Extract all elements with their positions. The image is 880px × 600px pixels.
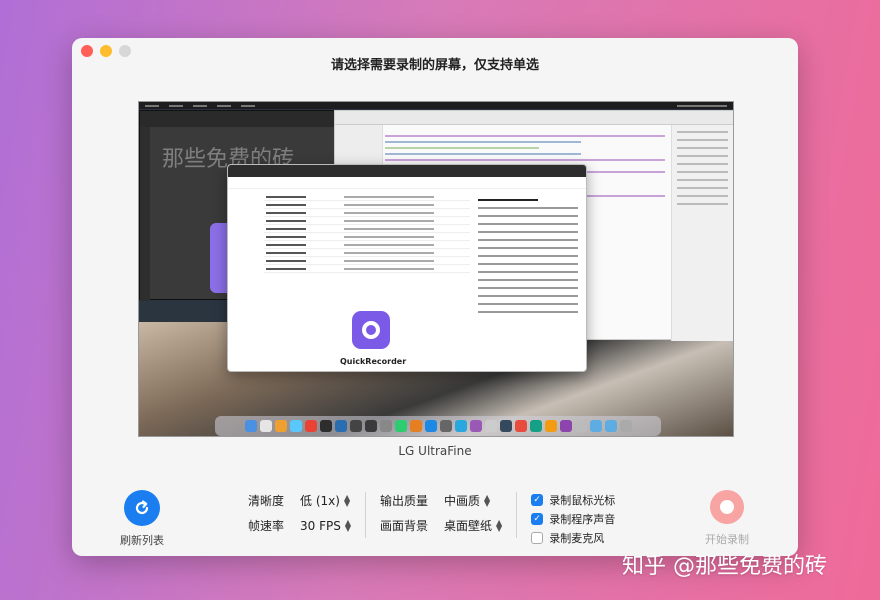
- empty-checkbox-icon: [531, 532, 544, 544]
- display-name: LG UltraFine: [398, 444, 472, 458]
- app-logo-icon: [352, 311, 390, 349]
- background-select[interactable]: 桌面壁纸 ▲ ▼: [444, 517, 502, 534]
- chevron-updown-icon: ▲ ▼: [343, 492, 351, 508]
- refresh-icon: [135, 500, 149, 515]
- record-mic-label: 录制麦克风: [549, 532, 605, 545]
- window-title: 请选择需要录制的屏幕，仅支持单选: [330, 58, 539, 73]
- resolution-select[interactable]: 低 (1x) ▲ ▼: [300, 492, 351, 509]
- start-recording-button[interactable]: [710, 490, 744, 524]
- start-recording-control[interactable]: 开始录制: [698, 490, 756, 547]
- video-settings: 清晰度 低 (1x) ▲ ▼ 帧速率 30 FPS ▲ ▼: [248, 492, 351, 534]
- divider: [365, 492, 367, 538]
- screen-preview[interactable]: 那些免费的砖 QuickRecorder: [138, 101, 734, 437]
- record-icon: [720, 500, 734, 514]
- framerate-value: 30 FPS: [300, 518, 341, 533]
- chevron-updown-icon: ▲ ▼: [344, 517, 352, 533]
- checkmark-icon: ✓: [531, 494, 544, 506]
- preview-dock: [215, 416, 661, 436]
- output-settings: 输出质量 中画质 ▲ ▼ 画面背景 桌面壁纸 ▲ ▼: [380, 492, 502, 534]
- resolution-label: 清晰度: [248, 494, 285, 508]
- recording-settings: 清晰度 低 (1x) ▲ ▼ 帧速率 30 FPS ▲ ▼ 输出质量 中画质 ▲ ▼ …: [248, 492, 615, 546]
- framerate-label: 帧速率: [248, 519, 285, 533]
- refresh-control[interactable]: 刷新列表: [116, 490, 168, 548]
- preview-app-name: QuickRecorder: [340, 357, 407, 366]
- resolution-value: 低 (1x): [300, 494, 340, 508]
- checkmark-icon: ✓: [531, 513, 544, 525]
- preview-browser-window: QuickRecorder: [227, 164, 587, 372]
- quality-value: 中画质: [444, 494, 481, 508]
- record-app-audio-checkbox[interactable]: ✓ 录制程序声音: [531, 511, 615, 527]
- refresh-button[interactable]: [124, 490, 160, 526]
- preview-menubar: [139, 102, 733, 109]
- background-value: 桌面壁纸: [444, 519, 493, 533]
- background-label: 画面背景: [380, 519, 429, 533]
- chevron-updown-icon: ▲ ▼: [484, 492, 491, 508]
- preview-file-list: [264, 193, 470, 273]
- divider: [516, 492, 518, 538]
- chevron-updown-icon: ▲ ▼: [496, 517, 503, 533]
- watermark-text: 知乎 @那些免费的砖: [622, 554, 827, 579]
- refresh-label: 刷新列表: [120, 534, 164, 547]
- record-cursor-label: 录制鼠标光标: [549, 494, 616, 507]
- screen-selector-window: 请选择需要录制的屏幕，仅支持单选 那些免费的砖 QuickRecorder LG…: [72, 38, 798, 556]
- start-recording-label: 开始录制: [705, 533, 749, 546]
- record-mic-checkbox[interactable]: 录制麦克风: [531, 530, 615, 546]
- quality-select[interactable]: 中画质 ▲ ▼: [444, 492, 502, 509]
- record-cursor-checkbox[interactable]: ✓ 录制鼠标光标: [531, 492, 615, 508]
- audio-options: ✓ 录制鼠标光标 ✓ 录制程序声音 录制麦克风: [531, 492, 615, 546]
- framerate-select[interactable]: 30 FPS ▲ ▼: [300, 517, 352, 533]
- quality-label: 输出质量: [380, 494, 429, 508]
- record-app-audio-label: 录制程序声音: [549, 513, 616, 526]
